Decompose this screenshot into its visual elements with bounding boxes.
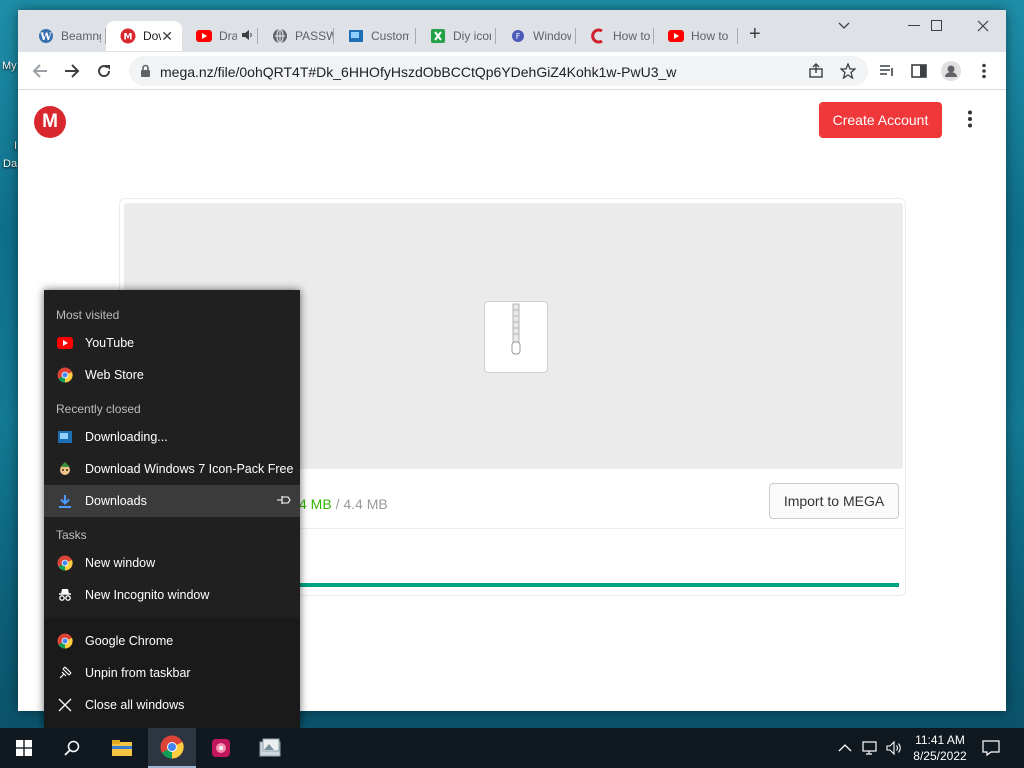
network-icon[interactable] (862, 728, 880, 768)
address-bar[interactable]: mega.nz/file/0ohQRT4T#Dk_6HHOfyHszdObBCC… (129, 56, 868, 86)
youtube-icon (57, 335, 73, 351)
download-icon (57, 493, 73, 509)
tab-strip: W Beamng M Download ✕ Drama PASSWORD Cus… (18, 10, 1006, 52)
browser-toolbar: mega.nz/file/0ohQRT4T#Dk_6HHOfyHszdObBCC… (18, 52, 1006, 90)
desktop-icon-label[interactable]: I (14, 140, 17, 152)
tab-customize[interactable]: Customize (334, 21, 416, 51)
jump-item-close-all[interactable]: Close all windows (44, 689, 300, 721)
create-account-button[interactable]: Create Account (819, 102, 942, 138)
most-visited-header: Most visited (56, 308, 120, 322)
tab-diy-icon[interactable]: Diy icon (416, 21, 496, 51)
start-windows-icon[interactable] (0, 728, 48, 768)
globe-icon (272, 28, 288, 44)
tab-password[interactable]: PASSWORD (258, 21, 334, 51)
speaker-icon[interactable] (241, 29, 253, 44)
page-menu-icon[interactable] (968, 110, 972, 128)
jump-item-new-window[interactable]: New window (44, 547, 300, 579)
import-to-mega-button[interactable]: Import to MEGA (769, 483, 899, 519)
desktop-icon-label[interactable]: My (2, 60, 17, 72)
jump-item-google-chrome[interactable]: Google Chrome (44, 625, 300, 657)
tab-mega-download[interactable]: M Download ✕ (106, 21, 182, 51)
jump-item-downloading[interactable]: Downloading... (44, 421, 300, 453)
photo-icon (57, 429, 73, 445)
recently-closed-header: Recently closed (56, 402, 141, 416)
bookmark-star-icon[interactable] (837, 60, 859, 82)
chrome-icon (57, 633, 73, 649)
zip-file-icon (484, 301, 548, 373)
tasks-header: Tasks (56, 528, 87, 542)
tab-search-chevron-icon[interactable] (821, 10, 867, 42)
notifications-icon[interactable] (982, 728, 1000, 768)
f-circle-icon: F (510, 28, 526, 44)
chrome-jump-list: Most visited YouTube Web Store Recently … (44, 290, 300, 728)
youtube-icon (668, 28, 684, 44)
taskbar-clock[interactable]: 11:41 AM 8/25/2022 (906, 732, 974, 764)
jump-item-downloads[interactable]: Downloads (44, 485, 300, 517)
incognito-icon (57, 587, 73, 603)
tab-close-icon[interactable]: ✕ (161, 28, 173, 45)
tab-drama[interactable]: Drama (182, 21, 258, 51)
youtube-icon (196, 28, 212, 44)
tray-overflow-chevron-icon[interactable] (838, 728, 852, 768)
unpin-icon (57, 665, 73, 681)
close-window-icon[interactable] (960, 10, 1006, 42)
windows-taskbar: 11:41 AM 8/25/2022 (0, 728, 1024, 768)
lock-icon[interactable] (140, 64, 151, 83)
taskbar-app-icon[interactable] (197, 728, 245, 768)
close-icon (57, 697, 73, 713)
tab-beamng[interactable]: W Beamng (24, 21, 106, 51)
jump-item-new-incognito[interactable]: New Incognito window (44, 579, 300, 611)
svg-text:W: W (39, 32, 52, 43)
chrome-icon (57, 555, 73, 571)
back-arrow-icon[interactable] (29, 60, 51, 82)
pin-icon[interactable] (276, 494, 292, 509)
jump-item-youtube[interactable]: YouTube (44, 327, 300, 359)
svg-text:F: F (516, 32, 521, 41)
file-explorer-icon[interactable] (98, 728, 146, 768)
jump-item-web-store[interactable]: Web Store (44, 359, 300, 391)
jump-item-unpin[interactable]: Unpin from taskbar (44, 657, 300, 689)
new-tab-plus-icon[interactable]: + (749, 23, 761, 46)
mega-logo[interactable]: M (34, 106, 66, 138)
side-panel-icon[interactable] (908, 60, 930, 82)
photo-icon (348, 28, 364, 44)
chrome-menu-icon[interactable] (973, 60, 995, 82)
taskbar-chrome-icon[interactable] (148, 728, 196, 768)
taskbar-photos-icon[interactable] (246, 728, 294, 768)
reload-icon[interactable] (93, 60, 115, 82)
url-text[interactable]: mega.nz/file/0ohQRT4T#Dk_6HHOfyHszdObBCC… (160, 64, 676, 80)
file-size: 4 MB / 4.4 MB (299, 496, 388, 512)
search-icon[interactable] (48, 728, 96, 768)
green-doc-icon (430, 28, 446, 44)
share-icon[interactable] (805, 60, 827, 82)
volume-icon[interactable] (886, 728, 904, 768)
maximize-icon[interactable] (914, 10, 960, 42)
reading-list-icon[interactable] (876, 60, 898, 82)
elf-icon (57, 461, 73, 477)
jump-list-app-section: Google Chrome Unpin from taskbar Close a… (44, 618, 300, 728)
c-logo-icon (590, 28, 606, 44)
svg-text:M: M (124, 33, 133, 43)
profile-avatar-icon[interactable] (940, 60, 962, 82)
tab-how-to-1[interactable]: How to (576, 21, 654, 51)
forward-arrow-icon[interactable] (61, 60, 83, 82)
tab-how-to-2[interactable]: How to (654, 21, 738, 51)
chrome-icon (57, 367, 73, 383)
tab-windows[interactable]: F Windows (496, 21, 576, 51)
mega-icon: M (120, 28, 136, 44)
jump-item-icon-pack[interactable]: Download Windows 7 Icon-Pack Free (44, 453, 300, 485)
desktop-icon-label[interactable]: Da (3, 158, 17, 170)
wordpress-icon: W (38, 28, 54, 44)
